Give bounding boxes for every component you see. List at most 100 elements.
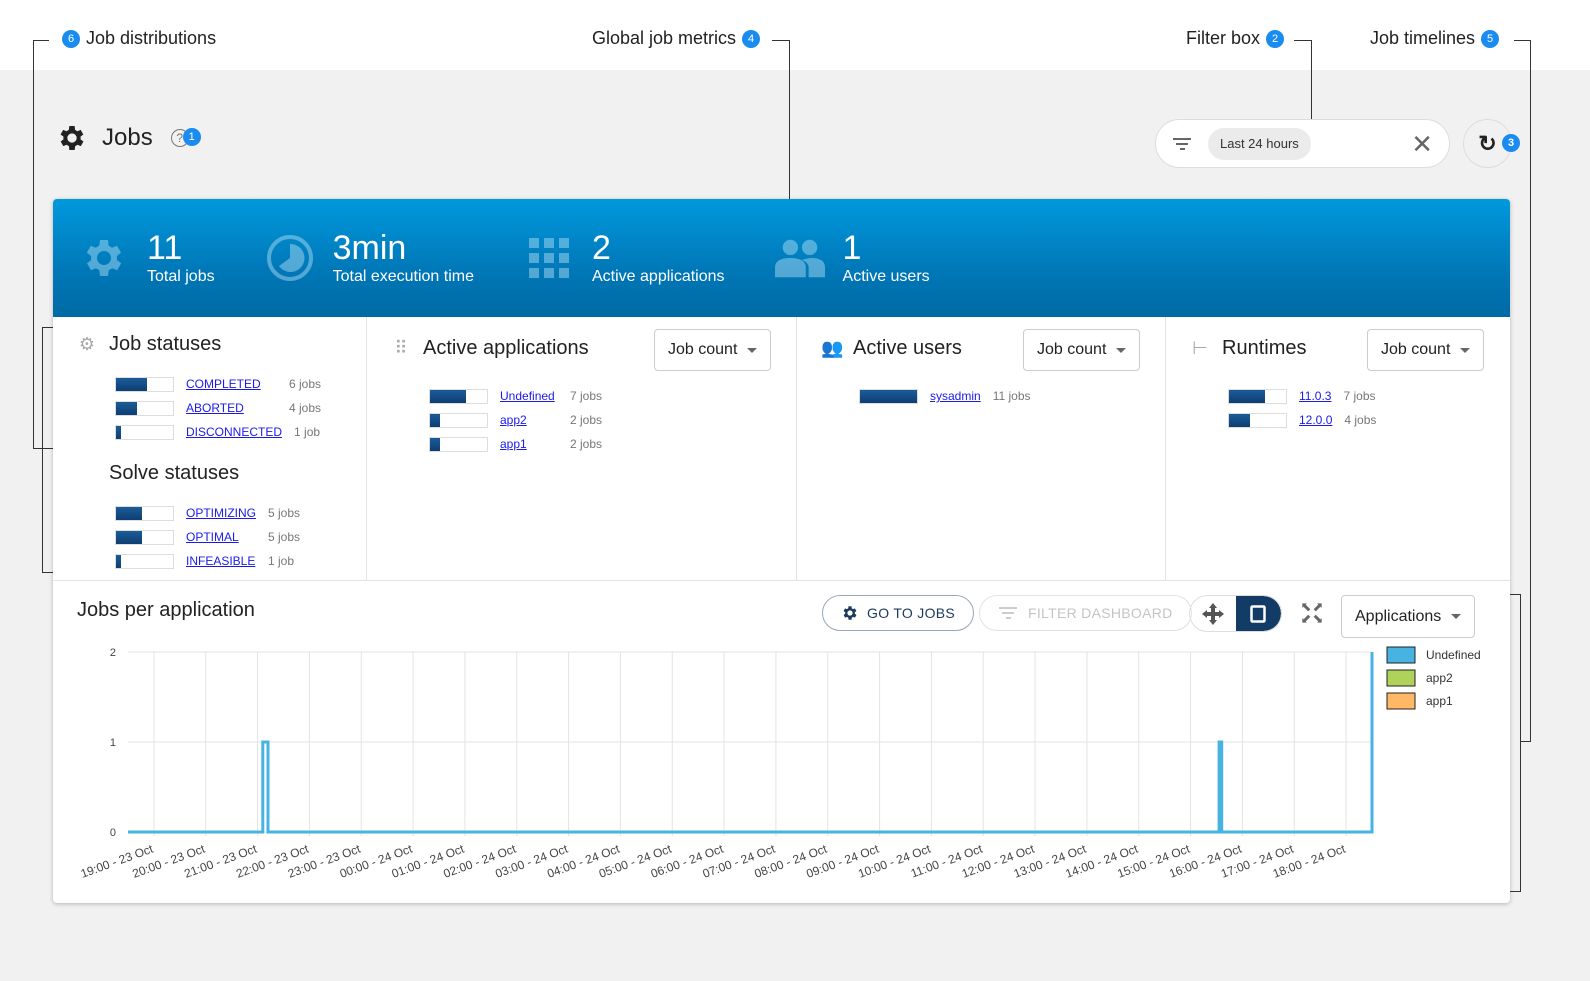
metric-value: 2	[592, 229, 611, 267]
distribution-link[interactable]: OPTIMIZING	[186, 506, 256, 520]
annotation-label: Filter box	[1186, 28, 1261, 48]
distribution-count: 2 jobs	[570, 413, 603, 427]
caret-down-icon	[1116, 347, 1127, 353]
active-users-panel: 👥 Active users Job count sysadmin 11 jobs	[797, 317, 1166, 580]
distribution-count: 1 job	[268, 554, 295, 568]
distribution-bar-fill	[430, 437, 441, 451]
job-statuses-panel: ⚙ Job statuses COMPLETED 6 jobs ABORTED 4 j…	[53, 317, 367, 580]
annotation-job-timelines: Job timelines 5	[1370, 28, 1500, 49]
distribution-row: app2 2 jobs	[429, 408, 772, 432]
distribution-bar	[115, 376, 174, 392]
distribution-link[interactable]: Undefined	[500, 389, 558, 403]
job-timeline-panel: Jobs per application GO TO JOBS FILTER D…	[53, 581, 1510, 903]
dropdown-value: Job count	[668, 341, 738, 358]
distribution-link[interactable]: 12.0.0	[1299, 413, 1332, 427]
distribution-bar-fill	[430, 413, 441, 427]
panel-title: Runtimes	[1222, 337, 1307, 359]
legend-label: Undefined	[1426, 648, 1481, 662]
metric-active-users: 1 Active users	[774, 229, 930, 286]
annotation-label: Global job metrics	[592, 28, 737, 48]
active-users-dropdown[interactable]: Job count	[1023, 329, 1141, 371]
distribution-bar-fill	[1229, 413, 1250, 427]
filter-icon[interactable]	[1172, 137, 1192, 150]
close-icon[interactable]: ✕	[1411, 131, 1433, 157]
legend-swatch	[1386, 646, 1416, 664]
distribution-bar	[115, 553, 174, 569]
distribution-link[interactable]: OPTIMAL	[186, 530, 256, 544]
page-title: Jobs	[102, 124, 153, 151]
leader-line	[1520, 594, 1521, 892]
gear-icon	[79, 233, 129, 283]
distribution-row: sysadmin 11 jobs	[859, 384, 1141, 408]
filter-chip[interactable]: Last 24 hours	[1208, 127, 1311, 160]
job-distributions: ⚙ Job statuses COMPLETED 6 jobs ABORTED 4 j…	[53, 317, 1510, 581]
annotation-badge: 1	[182, 128, 201, 146]
distribution-count: 11 jobs	[992, 389, 1031, 403]
annotation-badge: 3	[1502, 134, 1520, 152]
distribution-bar	[1228, 388, 1287, 404]
help-icon[interactable]: ? 1	[170, 128, 201, 147]
distribution-bar	[115, 424, 174, 440]
distribution-link[interactable]: COMPLETED	[186, 377, 277, 391]
distribution-count: 6 jobs	[289, 377, 322, 391]
distribution-row: DISCONNECTED 1 job	[115, 420, 342, 444]
distribution-bar	[859, 388, 918, 404]
leader-line	[33, 40, 49, 41]
distribution-bar	[115, 505, 174, 521]
distribution-count: 7 jobs	[1343, 389, 1376, 403]
clock-icon	[265, 233, 315, 283]
leader-line	[1514, 40, 1530, 41]
runtimes-dropdown[interactable]: Job count	[1367, 329, 1485, 371]
distribution-count: 5 jobs	[268, 530, 301, 544]
filter-box[interactable]: Last 24 hours ✕	[1155, 119, 1450, 168]
distribution-link[interactable]: DISCONNECTED	[186, 425, 282, 439]
gear-icon	[60, 126, 84, 150]
distribution-bar-fill	[116, 506, 142, 520]
application-list: Undefined 7 jobs app2 2 jobs app1 2 jobs	[429, 384, 772, 456]
annotation-badge: 2	[1266, 29, 1285, 48]
distribution-row: 11.0.3 7 jobs	[1228, 384, 1486, 408]
annotation-badge: 5	[1481, 29, 1500, 48]
leader-line	[1520, 741, 1531, 742]
active-applications-panel: ⠿ Active applications Job count Undefine…	[367, 317, 797, 580]
annotation-badge: 6	[62, 29, 80, 48]
active-applications-dropdown[interactable]: Job count	[654, 329, 772, 371]
y-tick-label: 2	[110, 647, 116, 659]
legend-swatch	[1386, 669, 1416, 687]
distribution-bar	[115, 400, 174, 416]
distribution-link[interactable]: ABORTED	[186, 401, 277, 415]
distribution-count: 7 jobs	[570, 389, 603, 403]
distribution-link[interactable]: app1	[500, 437, 558, 451]
distribution-count: 1 job	[294, 425, 321, 439]
apps-grid-icon	[524, 233, 574, 283]
users-icon	[774, 233, 825, 283]
caret-down-icon	[747, 347, 758, 353]
apps-grid-icon: ⠿	[394, 338, 408, 358]
distribution-bar	[429, 412, 488, 428]
refresh-icon: ↻	[1478, 130, 1497, 156]
metric-active-applications: 2 Active applications	[524, 230, 725, 286]
distribution-count: 4 jobs	[289, 401, 322, 415]
global-job-metrics: 11 Total jobs 3min Total execution time …	[53, 199, 1510, 317]
distribution-bar-fill	[116, 425, 122, 439]
leader-line	[789, 40, 790, 199]
annotation-label: Job distributions	[86, 28, 217, 48]
distribution-link[interactable]: INFEASIBLE	[186, 554, 256, 568]
distribution-bar	[115, 529, 174, 545]
distribution-link[interactable]: app2	[500, 413, 558, 427]
metric-value: 3min	[332, 229, 407, 267]
gear-icon: ⚙	[78, 334, 96, 354]
distribution-link[interactable]: sysadmin	[930, 389, 981, 403]
leader-line	[33, 448, 53, 449]
dropdown-value: Job count	[1381, 341, 1451, 358]
refresh-button[interactable]: ↻ 3	[1463, 119, 1520, 168]
dashboard-card: 11 Total jobs 3min Total execution time …	[53, 199, 1510, 903]
distribution-link[interactable]: 11.0.3	[1299, 389, 1331, 403]
leader-line	[1510, 891, 1521, 892]
distribution-row: OPTIMAL 5 jobs	[115, 525, 342, 549]
y-tick-label: 0	[110, 827, 116, 839]
jobs-per-application-chart: 01219:00 - 23 Oct20:00 - 23 Oct21:00 - 2…	[79, 646, 1481, 881]
hierarchy-icon: ⊢	[1192, 338, 1208, 358]
metric-value: 1	[842, 229, 862, 267]
leader-line	[33, 40, 34, 448]
